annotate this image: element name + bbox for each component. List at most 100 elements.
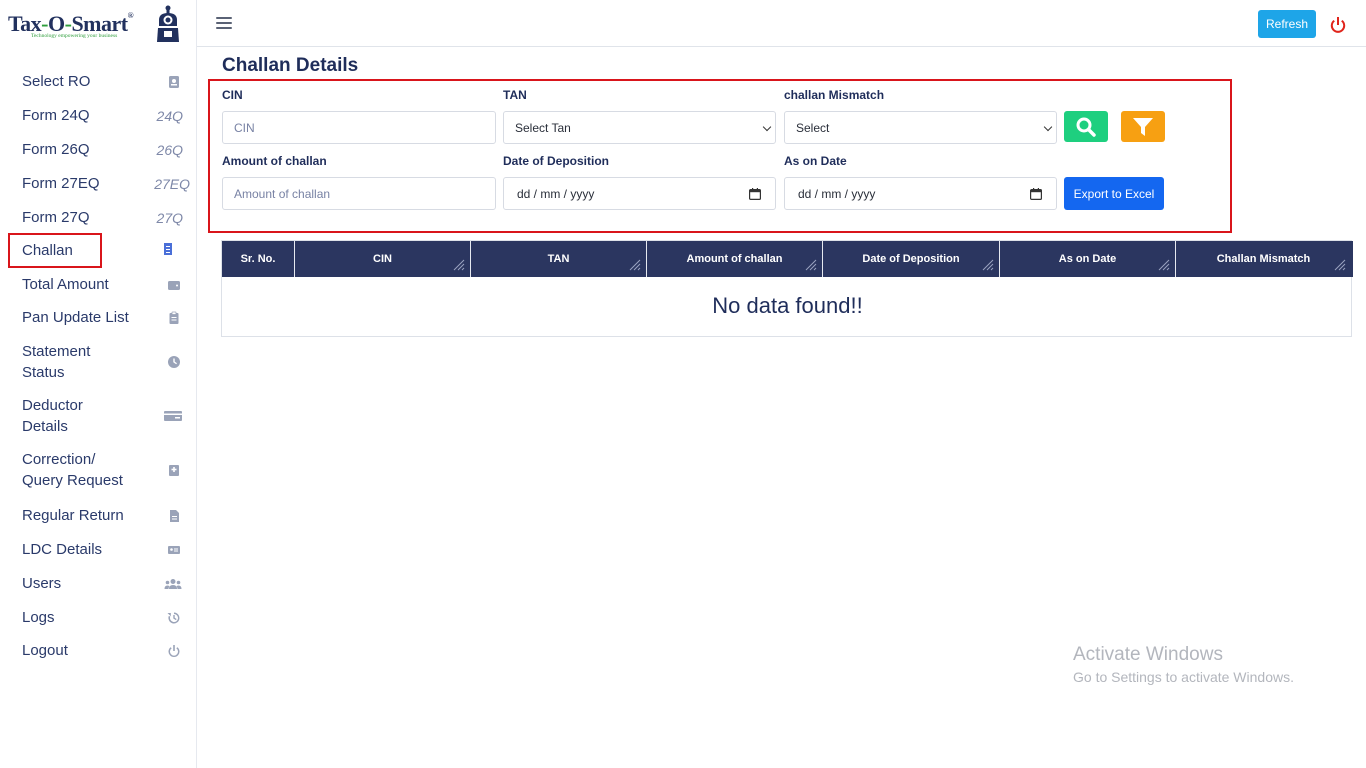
sidebar-item-ldc-details[interactable]: LDC Details bbox=[8, 539, 190, 560]
sidebar-item-abbr: 24Q bbox=[156, 107, 183, 124]
sidebar-item-label: Statement Status bbox=[22, 343, 91, 381]
column-header-cin[interactable]: CIN bbox=[295, 241, 471, 277]
power-logout-icon[interactable] bbox=[1329, 16, 1347, 34]
sidebar-item-logs[interactable]: Logs bbox=[8, 607, 190, 628]
column-header-amount[interactable]: Amount of challan bbox=[647, 241, 823, 277]
sidebar-item-regular-return[interactable]: Regular Return bbox=[8, 505, 190, 526]
resize-grip-icon[interactable] bbox=[1334, 259, 1346, 271]
sidebar-item-users[interactable]: Users bbox=[8, 573, 190, 594]
sidebar: Tax-O-Smart® Technology empowering your … bbox=[0, 0, 197, 768]
sidebar-item-correction-query[interactable]: Correction/ Query Request bbox=[8, 449, 190, 491]
resize-grip-icon[interactable] bbox=[805, 259, 817, 271]
cin-input[interactable]: CIN bbox=[222, 111, 496, 144]
sidebar-item-logout[interactable]: Logout bbox=[8, 640, 190, 661]
filter-button[interactable] bbox=[1121, 111, 1165, 142]
clock-icon bbox=[166, 354, 182, 370]
sidebar-item-select-ro[interactable]: Select RO bbox=[8, 71, 190, 92]
resize-grip-icon[interactable] bbox=[629, 259, 641, 271]
resize-grip-icon[interactable] bbox=[982, 259, 994, 271]
resize-grip-icon[interactable] bbox=[453, 259, 465, 271]
chevron-down-icon bbox=[1043, 122, 1053, 132]
column-header-sr-no[interactable]: Sr. No. bbox=[222, 241, 295, 277]
contact-book-icon bbox=[166, 74, 182, 90]
column-header-challan-mismatch[interactable]: Challan Mismatch bbox=[1176, 241, 1351, 277]
sidebar-item-form-24q[interactable]: Form 24Q 24Q bbox=[8, 105, 190, 126]
sidebar-item-label: Total Amount bbox=[22, 276, 109, 293]
column-header-tan[interactable]: TAN bbox=[471, 241, 647, 277]
sidebar-item-pan-update-list[interactable]: Pan Update List bbox=[8, 307, 190, 328]
mismatch-label: challan Mismatch bbox=[784, 88, 885, 102]
deposition-date-input[interactable]: dd / mm / yyyy bbox=[503, 177, 776, 210]
sidebar-item-label: Logs bbox=[22, 609, 55, 626]
sidebar-item-label: Regular Return bbox=[22, 507, 124, 524]
sidebar-item-statement-status[interactable]: Statement Status bbox=[8, 341, 190, 383]
deposition-date-value: dd / mm / yyyy bbox=[517, 186, 595, 201]
sidebar-item-label: Challan bbox=[22, 242, 73, 259]
menu-toggle-icon[interactable] bbox=[216, 17, 232, 30]
page-title: Challan Details bbox=[222, 55, 359, 76]
sidebar-item-form-27q[interactable]: Form 27Q 27Q bbox=[8, 207, 190, 228]
search-button[interactable] bbox=[1064, 111, 1108, 142]
history-icon bbox=[166, 610, 182, 626]
sidebar-item-label: Form 27Q bbox=[22, 209, 90, 226]
cin-label: CIN bbox=[222, 88, 243, 102]
sidebar-item-label: Correction/ Query Request bbox=[22, 451, 123, 489]
mascot-icon bbox=[157, 5, 179, 42]
sidebar-item-label: Pan Update List bbox=[22, 309, 129, 326]
sidebar-item-label: LDC Details bbox=[22, 541, 103, 558]
card-icon bbox=[164, 408, 182, 424]
id-card-icon bbox=[166, 542, 182, 558]
power-icon bbox=[166, 643, 182, 659]
sidebar-item-abbr: 26Q bbox=[156, 141, 183, 158]
empty-state-message: No data found!! bbox=[712, 293, 863, 318]
sidebar-item-form-26q[interactable]: Form 26Q 26Q bbox=[8, 139, 190, 160]
activation-watermark-title: Activate Windows bbox=[1073, 644, 1223, 665]
export-to-excel-button[interactable]: Export to Excel bbox=[1064, 177, 1164, 210]
mismatch-select-value: Select bbox=[796, 120, 830, 135]
sidebar-item-label: Form 24Q bbox=[22, 107, 90, 124]
logo[interactable]: Tax-O-Smart® Technology empowering your … bbox=[0, 0, 197, 48]
sidebar-item-label: Form 26Q bbox=[22, 141, 90, 158]
file-icon bbox=[166, 508, 182, 524]
amount-label: Amount of challan bbox=[222, 154, 327, 168]
chevron-down-icon bbox=[762, 122, 772, 132]
calendar-icon[interactable] bbox=[749, 188, 761, 200]
as-on-date-label: As on Date bbox=[784, 154, 847, 168]
calendar-icon[interactable] bbox=[1030, 188, 1042, 200]
brand-tagline: Technology empowering your business bbox=[31, 33, 118, 39]
receipt-icon bbox=[160, 241, 176, 257]
sidebar-item-deductor-details[interactable]: Deductor Details bbox=[8, 395, 190, 437]
search-icon bbox=[1076, 117, 1096, 137]
sidebar-item-form-27eq[interactable]: Form 27EQ 27EQ bbox=[8, 173, 190, 194]
sidebar-item-label: Form 27EQ bbox=[22, 175, 100, 192]
column-header-as-on-date[interactable]: As on Date bbox=[1000, 241, 1176, 277]
sidebar-item-label: Select RO bbox=[22, 73, 91, 90]
sidebar-item-total-amount[interactable]: Total Amount bbox=[8, 274, 190, 295]
sidebar-item-label: Users bbox=[22, 575, 62, 592]
sidebar-item-label: Logout bbox=[22, 642, 68, 659]
users-icon bbox=[164, 576, 182, 592]
sidebar-item-label: Deductor Details bbox=[22, 397, 83, 435]
sidebar-item-challan[interactable]: Challan bbox=[8, 233, 102, 268]
hospital-icon bbox=[166, 462, 182, 478]
sidebar-item-abbr: 27EQ bbox=[154, 175, 190, 192]
activation-watermark-subtitle: Go to Settings to activate Windows. bbox=[1073, 669, 1294, 685]
column-header-date-of-deposition[interactable]: Date of Deposition bbox=[823, 241, 1000, 277]
filter-icon bbox=[1133, 117, 1153, 136]
tan-select-value: Select Tan bbox=[515, 120, 571, 135]
tan-label: TAN bbox=[503, 88, 527, 102]
tan-select[interactable]: Select Tan bbox=[503, 111, 776, 144]
as-on-date-value: dd / mm / yyyy bbox=[798, 186, 876, 201]
wallet-icon bbox=[166, 277, 182, 293]
clipboard-icon bbox=[166, 310, 182, 326]
resize-grip-icon[interactable] bbox=[1158, 259, 1170, 271]
challan-table: Sr. No. CIN TAN Amount of challan Date o… bbox=[221, 240, 1353, 337]
as-on-date-input[interactable]: dd / mm / yyyy bbox=[784, 177, 1057, 210]
deposition-date-label: Date of Deposition bbox=[503, 154, 610, 168]
sidebar-item-abbr: 27Q bbox=[156, 209, 183, 226]
amount-input[interactable]: Amount of challan bbox=[222, 177, 496, 210]
mismatch-select[interactable]: Select bbox=[784, 111, 1057, 144]
table-header: Sr. No. CIN TAN Amount of challan Date o… bbox=[222, 241, 1353, 277]
topbar: Refresh bbox=[197, 0, 1366, 47]
refresh-button[interactable]: Refresh bbox=[1258, 10, 1316, 38]
